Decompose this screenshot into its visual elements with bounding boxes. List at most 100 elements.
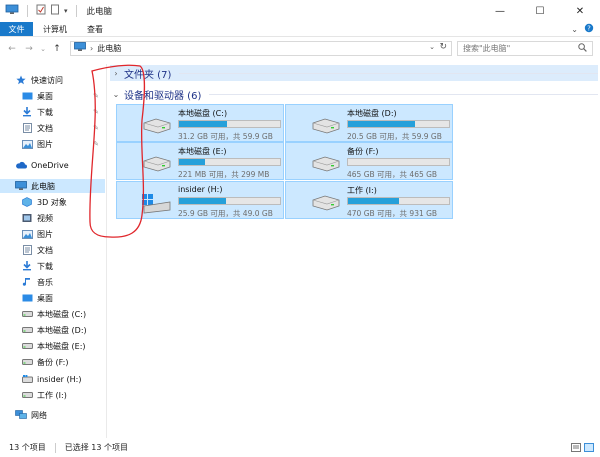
- drive-name: 本地磁盘 (C:): [178, 109, 228, 118]
- sidebar-item-drive-e[interactable]: 本地磁盘 (E:): [0, 339, 105, 353]
- tab-view[interactable]: 查看: [77, 22, 113, 36]
- drive-capacity-text: 31.2 GB 可用，共 59.9 GB: [178, 132, 273, 141]
- sidebar-item-desktop[interactable]: 桌面: [0, 291, 105, 305]
- group-header-folders[interactable]: › 文件夹 (7): [110, 65, 598, 81]
- tab-computer[interactable]: 计算机: [33, 22, 77, 36]
- usage-bar: [178, 158, 281, 166]
- drive-name: 本地磁盘 (D:): [347, 109, 397, 118]
- quick-access-dropdown-icon[interactable]: ▾: [64, 7, 68, 15]
- chevron-right-icon: ›: [114, 68, 118, 78]
- forward-button[interactable]: →: [22, 41, 36, 57]
- svg-text:?: ?: [587, 25, 591, 33]
- status-bar: 13 个项目 已选择 13 个项目: [0, 438, 600, 457]
- group-header-drives[interactable]: ⌄ 设备和驱动器 (6): [110, 86, 598, 102]
- sidebar-item-desktop-pinned[interactable]: 桌面 ✎: [0, 89, 105, 103]
- sidebar-item-music[interactable]: 音乐: [0, 275, 105, 289]
- sidebar-item-label: 视频: [37, 213, 53, 223]
- usage-bar: [347, 197, 450, 205]
- usage-bar: [347, 158, 450, 166]
- computer-icon: [15, 181, 27, 191]
- selection-count: 已选择 13 个项目: [64, 443, 128, 452]
- windows-drive-icon: [21, 374, 33, 384]
- drive-capacity-text: 221 MB 可用，共 299 MB: [178, 170, 270, 179]
- pin-icon[interactable]: ✎: [93, 108, 99, 116]
- details-view-icon[interactable]: [571, 443, 581, 454]
- large-icons-view-icon[interactable]: [584, 443, 594, 454]
- drive-capacity-text: 470 GB 可用，共 931 GB: [347, 209, 438, 218]
- sidebar-item-label: 下载: [37, 107, 53, 117]
- chevron-down-icon[interactable]: ⌄: [571, 25, 578, 34]
- up-button[interactable]: ↑: [50, 41, 64, 57]
- sidebar-item-quick-access[interactable]: 快速访问: [0, 73, 105, 87]
- sidebar-item-documents[interactable]: 文档: [0, 243, 105, 257]
- drive-tile[interactable]: insider (H:) 25.9 GB 可用，共 49.0 GB: [116, 181, 284, 219]
- search-input[interactable]: 搜索"此电脑": [457, 41, 593, 56]
- sidebar-item-label: 文档: [37, 123, 53, 133]
- address-bar[interactable]: › 此电脑 ⌄ ↻: [70, 41, 452, 56]
- sidebar-item-label: 桌面: [37, 91, 53, 101]
- windows-drive-icon: [142, 194, 172, 214]
- drive-tile[interactable]: 工作 (I:) 470 GB 可用，共 931 GB: [285, 181, 453, 219]
- network-icon: [15, 410, 27, 420]
- download-icon: [21, 107, 33, 117]
- group-divider: [179, 72, 598, 74]
- sidebar-item-drive-c[interactable]: 本地磁盘 (C:): [0, 307, 105, 321]
- pin-icon[interactable]: ✎: [93, 92, 99, 100]
- properties-icon[interactable]: [36, 4, 46, 18]
- usage-bar-fill: [348, 121, 415, 127]
- drive-capacity-text: 20.5 GB 可用，共 59.9 GB: [347, 132, 442, 141]
- sidebar-item-3d-objects[interactable]: 3D 对象: [0, 195, 105, 209]
- maximize-button[interactable]: ☐: [520, 0, 560, 22]
- usage-bar: [178, 197, 281, 205]
- group-title: 设备和驱动器 (6): [124, 90, 202, 102]
- sidebar-item-label: 本地磁盘 (C:): [37, 309, 87, 319]
- sidebar-item-label: 图片: [37, 139, 53, 149]
- address-dropdown-icon[interactable]: ⌄: [429, 43, 435, 51]
- help-icon[interactable]: ?: [584, 23, 594, 36]
- usage-bar: [347, 120, 450, 128]
- sidebar-item-drive-f[interactable]: 备份 (F:): [0, 355, 105, 369]
- sidebar-item-downloads[interactable]: 下载: [0, 259, 105, 273]
- sidebar-item-onedrive[interactable]: OneDrive: [0, 158, 105, 172]
- computer-icon[interactable]: [5, 4, 19, 18]
- refresh-icon[interactable]: ↻: [439, 42, 447, 52]
- drive-tile[interactable]: 本地磁盘 (E:) 221 MB 可用，共 299 MB: [116, 142, 284, 180]
- recent-locations-icon[interactable]: ⌄: [36, 41, 50, 57]
- sidebar-item-drive-d[interactable]: 本地磁盘 (D:): [0, 323, 105, 337]
- back-button[interactable]: ←: [5, 41, 19, 57]
- close-button[interactable]: ✕: [560, 0, 600, 22]
- sidebar-item-label: 图片: [37, 229, 53, 239]
- group-title: 文件夹 (7): [124, 69, 172, 81]
- sidebar-item-pictures[interactable]: 图片: [0, 227, 105, 241]
- pin-icon[interactable]: ✎: [93, 140, 99, 148]
- drive-name: 备份 (F:): [347, 147, 379, 156]
- sidebar-item-drive-i[interactable]: 工作 (I:): [0, 388, 105, 402]
- breadcrumb-separator-icon[interactable]: ›: [90, 44, 93, 53]
- usage-bar: [178, 120, 281, 128]
- tab-file[interactable]: 文件: [0, 22, 33, 36]
- cloud-icon: [15, 160, 27, 170]
- sidebar-item-label: 快速访问: [31, 75, 63, 85]
- drive-icon: [21, 341, 33, 351]
- sidebar-item-drive-h[interactable]: insider (H:): [0, 372, 105, 386]
- minimize-button[interactable]: —: [480, 0, 520, 22]
- drive-capacity-text: 25.9 GB 可用，共 49.0 GB: [178, 209, 273, 218]
- drive-name: insider (H:): [178, 185, 223, 194]
- pin-icon[interactable]: ✎: [93, 124, 99, 132]
- new-folder-icon[interactable]: [50, 4, 60, 18]
- drive-tile[interactable]: 本地磁盘 (D:) 20.5 GB 可用，共 59.9 GB: [285, 104, 453, 142]
- sidebar-item-pictures-pinned[interactable]: 图片 ✎: [0, 137, 105, 151]
- sidebar-item-documents-pinned[interactable]: 文档 ✎: [0, 121, 105, 135]
- sidebar-item-videos[interactable]: 视频: [0, 211, 105, 225]
- sidebar-item-this-pc[interactable]: 此电脑: [0, 179, 105, 193]
- sidebar-item-downloads-pinned[interactable]: 下载 ✎: [0, 105, 105, 119]
- sidebar-item-network[interactable]: 网络: [0, 408, 105, 422]
- drive-name: 本地磁盘 (E:): [178, 147, 227, 156]
- breadcrumb[interactable]: 此电脑: [97, 43, 121, 54]
- search-icon: [578, 43, 587, 54]
- drive-tile[interactable]: 本地磁盘 (C:) 31.2 GB 可用，共 59.9 GB: [116, 104, 284, 142]
- drive-tile[interactable]: 备份 (F:) 465 GB 可用，共 465 GB: [285, 142, 453, 180]
- picture-icon: [21, 139, 33, 149]
- drive-icon: [311, 194, 341, 211]
- drive-icon: [142, 155, 172, 172]
